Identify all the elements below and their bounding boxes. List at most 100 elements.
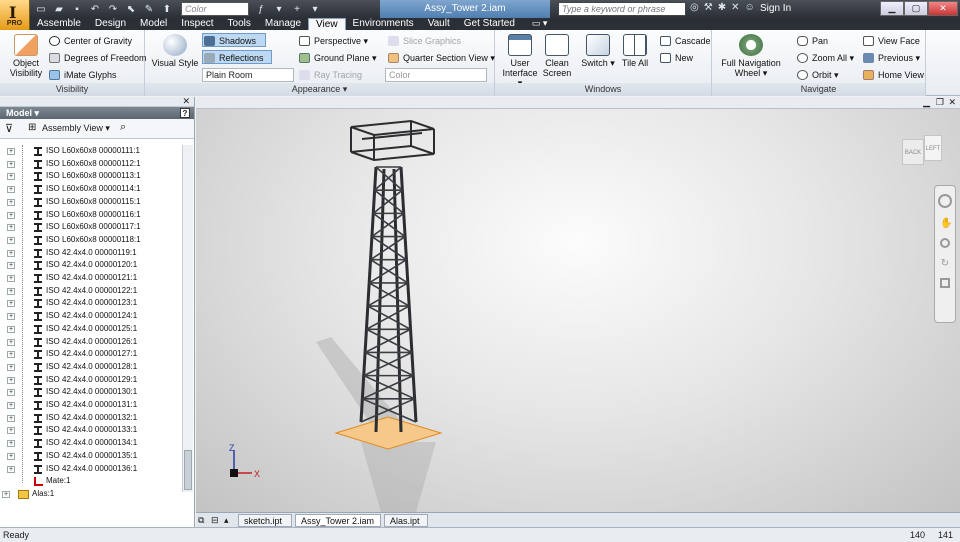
tab-assemble[interactable]: Assemble	[30, 18, 88, 30]
cascade-button[interactable]: Cascade	[659, 34, 711, 48]
expand-icon[interactable]: +	[7, 300, 15, 308]
tab-get-started[interactable]: Get Started	[457, 18, 522, 30]
user-interface-button[interactable]: User Interface ▾	[501, 34, 539, 88]
undo-icon[interactable]: ↶	[88, 4, 102, 15]
view-cube[interactable]: BACK LEFT	[902, 133, 946, 171]
tower-model[interactable]	[196, 97, 960, 512]
perspective-button[interactable]: Perspective ▾	[298, 34, 368, 48]
redo-icon[interactable]: ↷	[106, 4, 120, 15]
close-button[interactable]: ✕	[928, 1, 958, 16]
previous-view-button[interactable]: Previous ▾	[862, 51, 920, 65]
doc-tab[interactable]: Alas.ipt	[384, 514, 428, 527]
expand-icon[interactable]: +	[7, 325, 15, 333]
orbit-button[interactable]: Orbit ▾	[796, 68, 839, 82]
expand-icon[interactable]: +	[7, 427, 15, 435]
expand-icon[interactable]: +	[7, 224, 15, 232]
tile-horizontal-icon[interactable]: ⊟	[211, 515, 219, 526]
close-icon[interactable]: ✕	[182, 96, 190, 107]
tab-model[interactable]: Model	[133, 18, 174, 30]
expand-icon[interactable]: +	[7, 236, 15, 244]
help-icon[interactable]: ?	[180, 108, 190, 118]
object-visibility-button[interactable]: Object Visibility	[4, 34, 48, 78]
browser-scrollbar[interactable]	[182, 145, 193, 492]
expand-icon[interactable]: +	[7, 262, 15, 270]
expand-icon[interactable]: +	[7, 287, 15, 295]
expand-icon[interactable]: +	[7, 313, 15, 321]
expand-icon[interactable]: +	[7, 211, 15, 219]
find-binoculars-icon[interactable]: ⌕	[120, 121, 126, 134]
application-menu-button[interactable]: I PRO	[0, 0, 30, 30]
expand-icon[interactable]: +	[7, 389, 15, 397]
expand-icon[interactable]: +	[7, 338, 15, 346]
expand-icon[interactable]: +	[7, 414, 15, 422]
dropdown-icon[interactable]: ▾	[272, 4, 286, 15]
model-browser-header[interactable]: Model ▾ ?	[0, 107, 194, 119]
home-view-button[interactable]: Home View	[862, 68, 924, 82]
switch-button[interactable]: Switch ▾	[581, 34, 615, 68]
quarter-section-view-button[interactable]: Quarter Section View ▾	[387, 51, 495, 65]
expand-icon[interactable]: +	[7, 440, 15, 448]
new-window-button[interactable]: New	[659, 51, 693, 65]
tab-manage[interactable]: Manage	[258, 18, 308, 30]
degrees-of-freedom-button[interactable]: Degrees of Freedom	[48, 51, 147, 65]
close-x-icon[interactable]: ✕	[731, 2, 739, 13]
zoom-nav-icon[interactable]	[940, 238, 950, 248]
tab-environments[interactable]: Environments	[346, 18, 421, 30]
expand-icon[interactable]: +	[7, 186, 15, 194]
expand-icon[interactable]: +	[7, 351, 15, 359]
ground-plane-button[interactable]: Ground Plane ▾	[298, 51, 377, 65]
view-cube-left-face[interactable]: LEFT	[924, 135, 942, 161]
tab-vault[interactable]: Vault	[421, 18, 457, 30]
doc-tab[interactable]: sketch.ipt	[238, 514, 292, 527]
imate-glyphs-button[interactable]: iMate Glyphs	[48, 68, 117, 82]
measure-icon[interactable]: +	[290, 4, 304, 15]
shadows-button[interactable]: Shadows	[202, 33, 266, 47]
expand-icon[interactable]: +	[7, 275, 15, 282]
center-of-gravity-button[interactable]: Center of Gravity	[48, 34, 132, 48]
view-cube-back-face[interactable]: BACK	[902, 139, 924, 165]
reflections-button[interactable]: Reflections	[202, 50, 272, 64]
select-icon[interactable]: ⬆	[160, 4, 174, 15]
clean-screen-button[interactable]: Clean Screen	[541, 34, 573, 78]
visual-style-button[interactable]: Visual Style	[151, 34, 199, 68]
filter-icon[interactable]: ⊽	[5, 122, 13, 135]
minimize-button[interactable]: ▁	[880, 1, 904, 16]
expand-icon[interactable]: +	[7, 402, 15, 409]
ribbon-toggle-icon[interactable]: ▭ ▾	[532, 18, 548, 30]
doc-tab[interactable]: Assy_Tower 2.iam	[295, 514, 381, 527]
environment-select[interactable]: Plain Room	[202, 68, 294, 82]
expand-icon[interactable]: +	[7, 160, 15, 168]
binoculars-icon[interactable]: ◎	[690, 2, 699, 13]
pan-icon[interactable]: ✋	[940, 218, 952, 229]
expand-icon[interactable]: +	[7, 173, 15, 181]
zoom-all-button[interactable]: Zoom All ▾	[796, 51, 854, 65]
tab-tools[interactable]: Tools	[221, 18, 258, 30]
search-input[interactable]: Type a keyword or phrase	[558, 2, 686, 16]
return-icon[interactable]: ⬉	[124, 4, 138, 15]
open-documents-icon[interactable]: ▴	[224, 515, 229, 526]
expand-icon[interactable]: +	[7, 148, 15, 155]
expand-icon[interactable]: +	[2, 490, 10, 498]
expand-icon[interactable]: +	[7, 376, 15, 384]
formula-icon[interactable]: ƒ	[254, 4, 268, 15]
sign-in-link[interactable]: Sign In	[760, 3, 791, 14]
user-icon[interactable]: ☺	[744, 2, 754, 13]
full-navigation-wheel-button[interactable]: Full Navigation Wheel ▾	[718, 34, 784, 78]
steering-wheel-icon[interactable]	[938, 194, 952, 208]
expand-icon[interactable]: +	[7, 452, 15, 460]
scrollbar-thumb[interactable]	[184, 450, 192, 490]
tile-tabs-icon[interactable]: ⧉	[198, 515, 204, 526]
save-icon[interactable]: ▪	[70, 4, 84, 15]
expand-icon[interactable]: +	[7, 198, 15, 206]
update-icon[interactable]: ✎	[142, 4, 156, 15]
color-field[interactable]: Color	[181, 2, 249, 16]
tab-view[interactable]: View	[308, 18, 346, 30]
tile-all-button[interactable]: Tile All	[619, 34, 651, 68]
tab-inspect[interactable]: Inspect	[174, 18, 220, 30]
maximize-button[interactable]: ▢	[904, 1, 928, 16]
star-icon[interactable]: ✱	[718, 2, 726, 13]
tools-icon[interactable]: ⚒	[704, 2, 713, 13]
expand-icon[interactable]: +	[7, 249, 15, 257]
graphics-viewport[interactable]: ▁ ❐ ✕ BACK LEFT ✋ ↻ Z X	[196, 97, 960, 512]
expand-icon[interactable]: +	[7, 363, 15, 371]
